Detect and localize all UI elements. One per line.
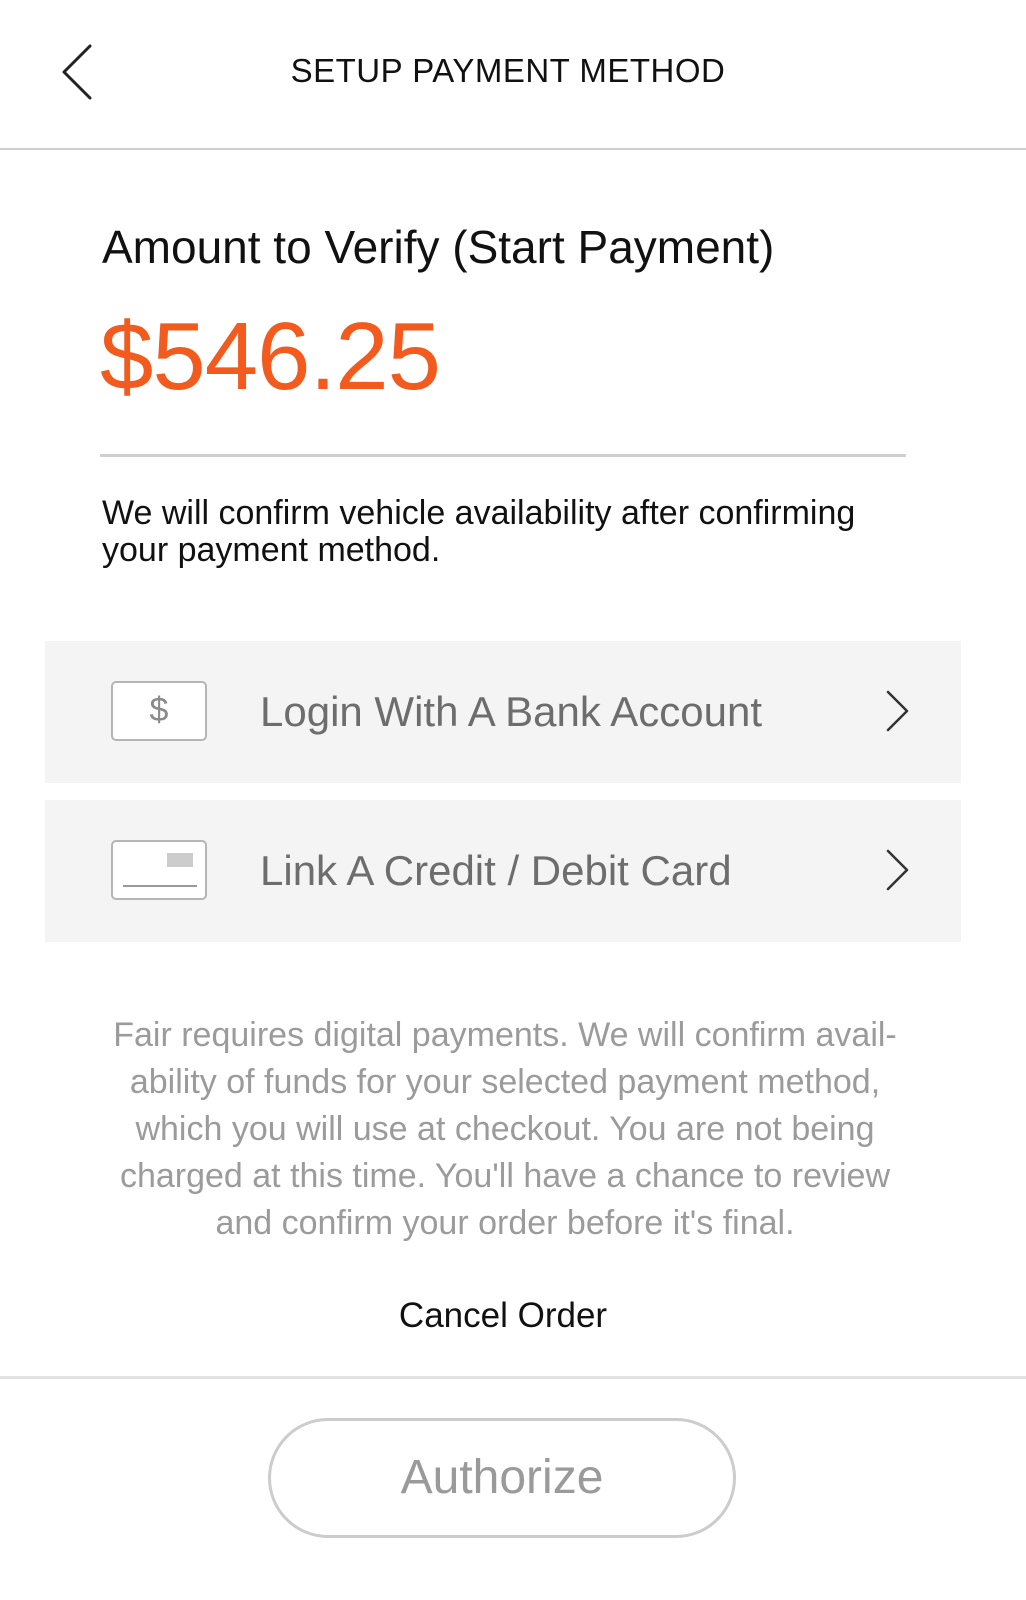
amount-label: Amount to Verify (Start Payment) [102, 221, 775, 273]
header-bar: SETUP PAYMENT METHOD [0, 0, 1026, 150]
chevron-right-icon [886, 849, 909, 891]
credit-card-option[interactable]: Link A Credit / Debit Card [45, 800, 961, 942]
dollar-glyph: $ [149, 691, 169, 729]
bank-account-label: Login With A Bank Account [260, 688, 762, 735]
credit-card-label: Link A Credit / Debit Card [260, 847, 732, 894]
footer-divider [0, 1376, 1026, 1379]
bank-account-option[interactable]: $ Login With A Bank Account [45, 641, 961, 783]
credit-card-icon [111, 840, 207, 900]
disclaimer-text: Fair requires digital payments. We will … [113, 1016, 897, 1242]
confirm-message: We will confirm vehicle availability aft… [102, 494, 856, 569]
card-chip [167, 853, 193, 867]
page-title: SETUP PAYMENT METHOD [290, 52, 726, 89]
divider [100, 454, 906, 457]
chevron-right-icon [886, 690, 909, 732]
cancel-order-link[interactable]: Cancel Order [0, 1296, 1006, 1336]
authorize-button[interactable]: Authorize [268, 1418, 736, 1538]
amount-value: $546.25 [100, 303, 441, 410]
card-stripe [123, 885, 197, 887]
bank-dollar-icon: $ [111, 681, 207, 741]
